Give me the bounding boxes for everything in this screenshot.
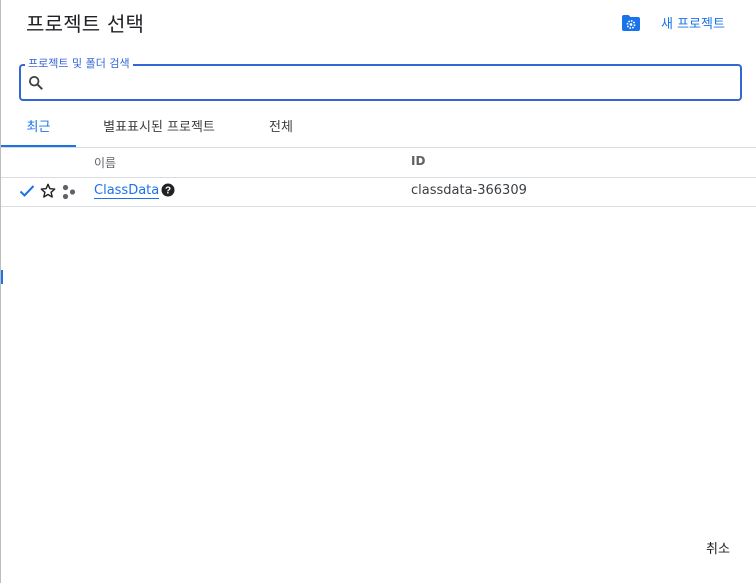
new-project-link[interactable]: 새 프로젝트 (661, 13, 725, 32)
check-icon (19, 184, 35, 198)
help-icon[interactable]: ? (161, 183, 175, 197)
organization-icon (61, 184, 77, 200)
select-project-dialog: 프로젝트 선택 새 프로젝트 프로젝트 및 폴더 검색 최근 별표표시된 프로젝… (0, 0, 756, 583)
project-name-link[interactable]: ClassData (94, 183, 160, 199)
svg-text:?: ? (165, 186, 171, 197)
table-row[interactable]: ClassData ? classdata-366309 (1, 177, 756, 207)
search-label: 프로젝트 및 폴더 검색 (25, 58, 133, 70)
folder-settings-icon[interactable] (621, 14, 641, 32)
column-header-name[interactable]: 이름 (94, 154, 116, 171)
table-header: 이름 ID (1, 148, 756, 178)
cancel-button[interactable]: 취소 (696, 538, 740, 562)
tab-starred-projects[interactable]: 별표표시된 프로젝트 (84, 108, 234, 147)
tab-bar: 최근 별표표시된 프로젝트 전체 (1, 108, 756, 148)
tab-all[interactable]: 전체 (251, 108, 311, 147)
dialog-title: 프로젝트 선택 (26, 12, 145, 36)
tab-recent[interactable]: 최근 (1, 108, 76, 147)
dialog-header: 프로젝트 선택 새 프로젝트 (1, 0, 756, 44)
star-outline-icon[interactable] (40, 183, 56, 199)
search-input[interactable] (51, 71, 735, 97)
project-id: classdata-366309 (411, 183, 527, 198)
column-header-id[interactable]: ID (411, 154, 425, 168)
search-icon (28, 75, 44, 91)
window-edge-marker (1, 270, 3, 284)
